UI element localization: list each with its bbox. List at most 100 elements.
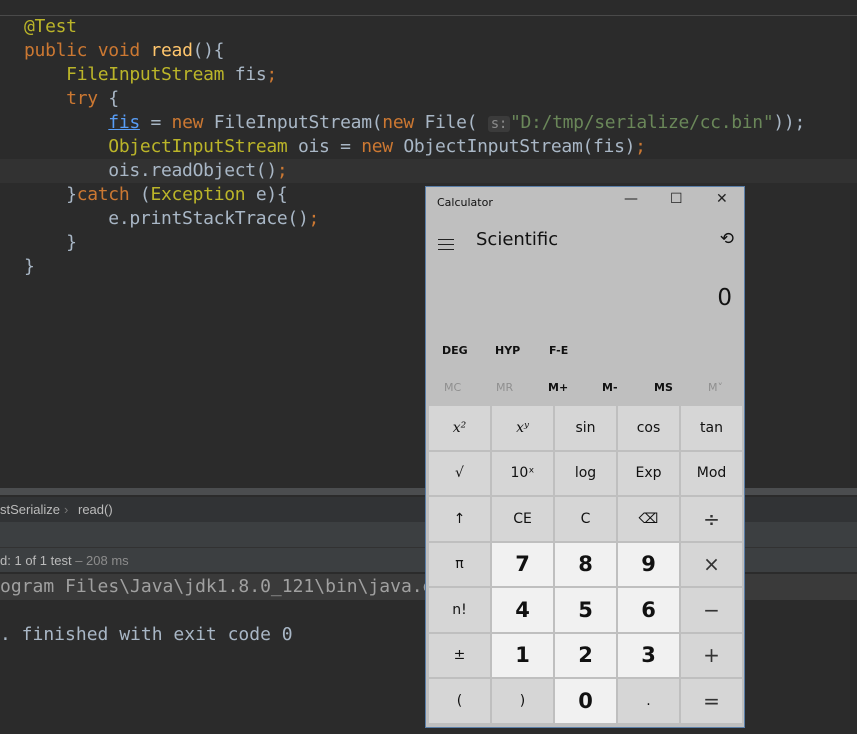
history-icon[interactable]: ⟲ [720, 229, 734, 249]
code-line[interactable]: fis = new FileInputStream(new File( s: "D… [0, 111, 857, 135]
code-token: new [361, 136, 404, 157]
code-token: read [150, 40, 193, 61]
code-token: FileInputStream [66, 64, 225, 85]
code-token: new [171, 112, 214, 133]
close-button[interactable]: ✕ [716, 191, 728, 207]
key-button[interactable]: ( [429, 679, 490, 723]
key-button[interactable]: log [555, 451, 616, 495]
key-button[interactable]: 0 [555, 679, 616, 723]
key-button[interactable]: tan [681, 406, 742, 450]
key-button[interactable]: . [618, 679, 679, 723]
code-token: ; [635, 136, 646, 157]
key-button[interactable]: 6 [618, 588, 679, 632]
status-passed: 1 [14, 553, 22, 568]
key-button[interactable]: 8 [555, 542, 616, 586]
key-button[interactable]: 5 [555, 588, 616, 632]
code-token: ObjectInputStream [108, 136, 288, 157]
key-button[interactable]: cos [618, 406, 679, 450]
key-button[interactable]: × [681, 542, 742, 586]
code-line[interactable]: FileInputStream fis; [0, 63, 857, 87]
mode-title: Scientific [476, 229, 559, 250]
key-button[interactable]: 1 [492, 633, 553, 677]
key-button[interactable]: sin [555, 406, 616, 450]
code-line[interactable]: public void read(){ [0, 39, 857, 63]
code-token: = [139, 112, 172, 133]
fe-button[interactable]: F-E [549, 344, 568, 357]
breadcrumb-method[interactable]: read() [78, 497, 113, 522]
key-button[interactable]: CE [492, 497, 553, 541]
key-button[interactable]: + [681, 633, 742, 677]
deg-button[interactable]: DEG [442, 344, 468, 357]
code-token: new [382, 112, 425, 133]
key-button[interactable]: − [681, 588, 742, 632]
key-button[interactable]: √ [429, 451, 490, 495]
code-token: (){ [192, 40, 225, 61]
calculator-window: Calculator — ☐ ✕ Scientific ⟲ 0 DEG HYP … [425, 186, 745, 728]
code-token: s: [487, 116, 510, 132]
memory-button-m-[interactable]: M- [602, 381, 618, 394]
code-token: e){ [245, 184, 288, 205]
key-button[interactable]: ) [492, 679, 553, 723]
memory-button-m[interactable]: M˅ [708, 381, 723, 394]
code-token: ois.readObject() [24, 160, 277, 181]
code-line[interactable]: ois.readObject(); [0, 159, 857, 183]
code-token: } [24, 232, 77, 253]
calculator-keypad: x² xʸ sin cos tan √ 10ˣ log Exp Mod ↑ CE C ⌫ ÷ π 7 8 9 × n! 4… [429, 406, 742, 723]
code-token: fis [224, 64, 267, 85]
key-button[interactable]: 9 [618, 542, 679, 586]
key-button[interactable]: 4 [492, 588, 553, 632]
hamburger-menu-icon[interactable] [438, 239, 454, 250]
key-button[interactable]: 3 [618, 633, 679, 677]
minimize-button[interactable]: — [624, 191, 638, 207]
key-button[interactable]: C [555, 497, 616, 541]
code-token: try [66, 88, 109, 109]
code-token: ; [276, 160, 288, 181]
key-button[interactable]: ± [429, 633, 490, 677]
key-button[interactable]: ÷ [681, 497, 742, 541]
code-token: ( [139, 184, 151, 205]
code-token: { [108, 88, 119, 109]
memory-button-mc[interactable]: MC [444, 381, 461, 394]
code-line[interactable]: try { [0, 87, 857, 111]
breadcrumb-separator: › [64, 502, 69, 517]
code-token: ObjectInputStream(fis) [403, 136, 636, 157]
key-button[interactable]: Exp [618, 451, 679, 495]
code-token: File( [424, 112, 488, 133]
maximize-button[interactable]: ☐ [670, 191, 683, 207]
key-button[interactable]: x² [429, 406, 490, 450]
hyp-button[interactable]: HYP [495, 344, 520, 357]
code-token: ; [266, 64, 277, 85]
status-time: – 208 ms [71, 553, 129, 568]
key-button[interactable]: 10ˣ [492, 451, 553, 495]
code-token: FileInputStream( [213, 112, 383, 133]
code-token: Exception [150, 184, 246, 205]
code-token: catch [76, 184, 140, 205]
status-prefix: d: [0, 553, 15, 568]
key-button[interactable]: ↑ [429, 497, 490, 541]
calculator-display: 0 [717, 285, 732, 311]
code-token: "D:/tmp/serialize/cc.bin" [509, 112, 774, 133]
breadcrumb-class[interactable]: stSerialize [0, 497, 60, 522]
key-button[interactable]: 2 [555, 633, 616, 677]
key-button[interactable]: 7 [492, 542, 553, 586]
code-token: } [24, 184, 77, 205]
memory-button-ms[interactable]: MS [654, 381, 673, 394]
key-button[interactable]: Mod [681, 451, 742, 495]
code-line[interactable]: ObjectInputStream ois = new ObjectInputS… [0, 135, 857, 159]
key-button[interactable]: xʸ [492, 406, 553, 450]
key-button[interactable]: = [681, 679, 742, 723]
code-line[interactable]: @Test [0, 15, 857, 39]
code-token: )); [773, 112, 806, 133]
code-token: } [24, 256, 35, 277]
key-button[interactable]: n! [429, 588, 490, 632]
code-token: @Test [24, 16, 77, 37]
key-button[interactable]: π [429, 542, 490, 586]
code-token: ; [308, 208, 320, 229]
memory-button-m+[interactable]: M+ [548, 381, 568, 394]
key-button[interactable]: ⌫ [618, 497, 679, 541]
code-token: fis [108, 112, 140, 133]
memory-button-mr[interactable]: MR [496, 381, 513, 394]
